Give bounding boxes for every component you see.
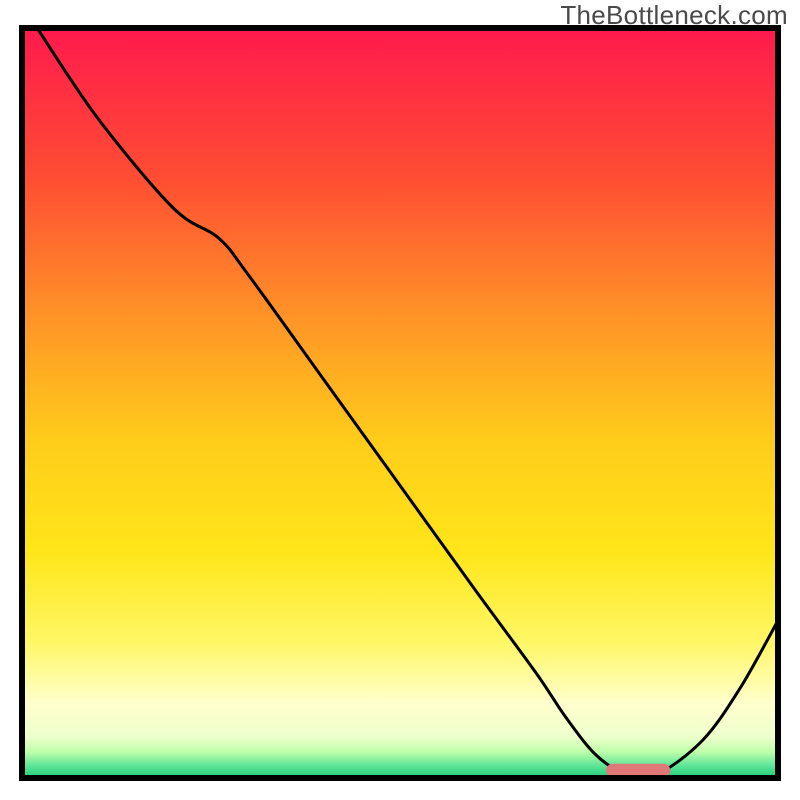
chart-svg: [0, 0, 800, 800]
watermark-text: TheBottleneck.com: [560, 0, 788, 31]
gradient-background: [22, 28, 778, 778]
plot-area: [22, 28, 778, 778]
bottleneck-chart: TheBottleneck.com: [0, 0, 800, 800]
